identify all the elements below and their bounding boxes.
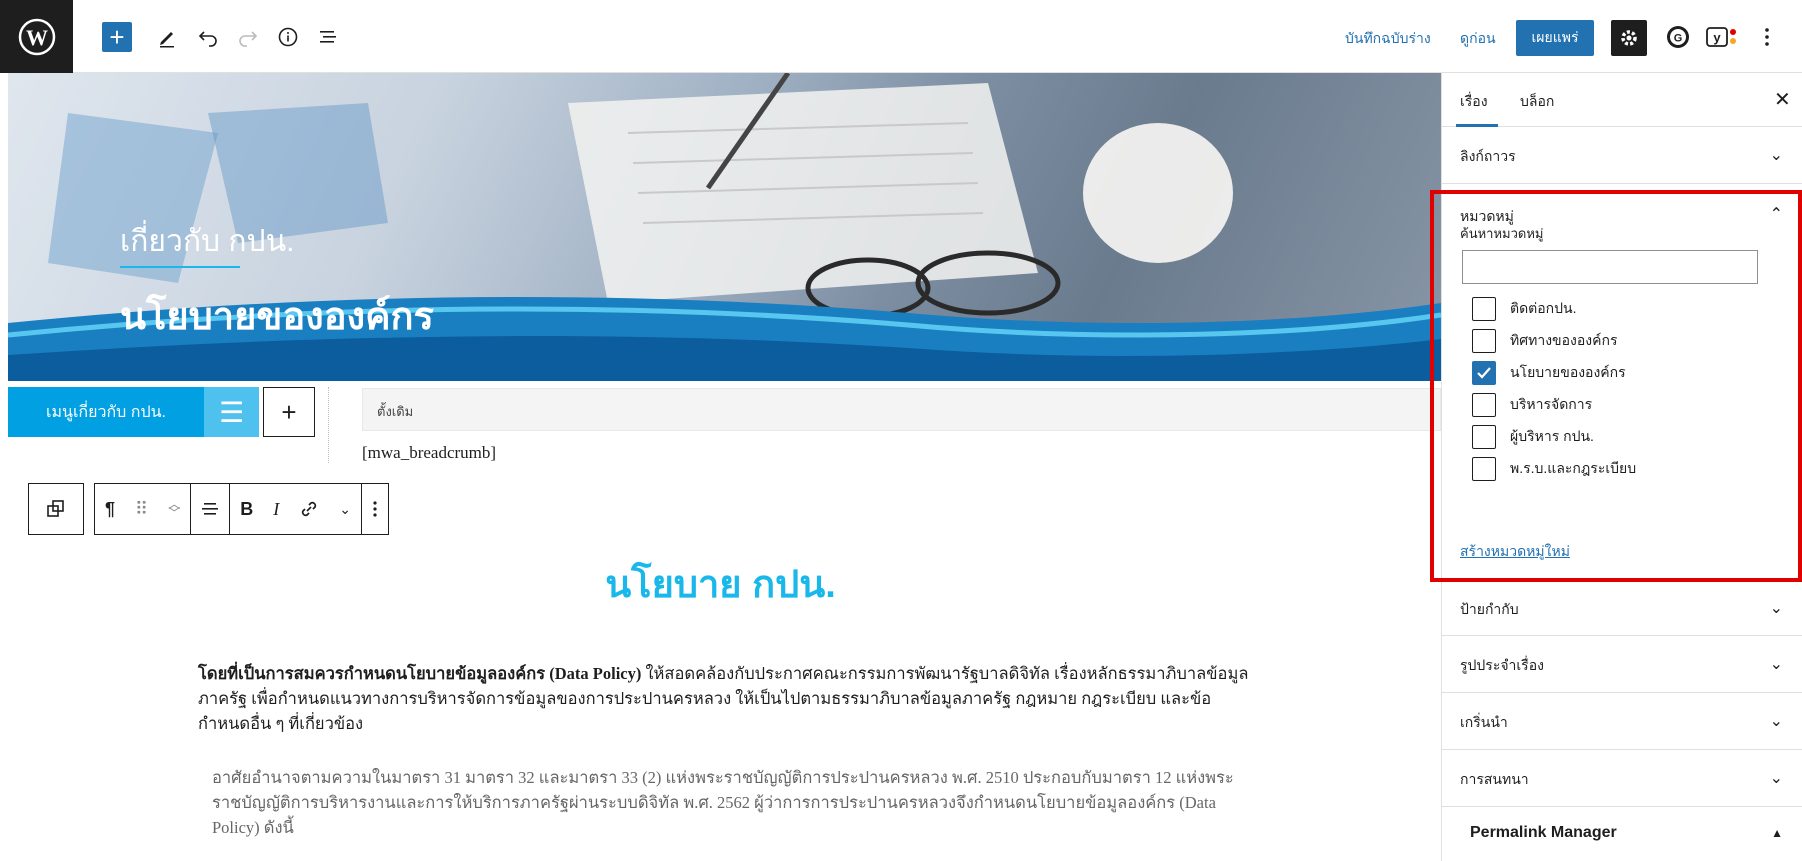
category-checkbox[interactable] (1472, 457, 1496, 481)
move-up-down-icon[interactable]: ︿ ﹀ (158, 484, 190, 534)
align-icon[interactable] (191, 484, 229, 534)
chevron-up-icon: ⌃ (1769, 206, 1783, 223)
tab-post[interactable]: เรื่อง (1460, 91, 1488, 113)
info-icon[interactable] (273, 22, 303, 52)
drag-handle-icon[interactable]: ⠿ (125, 484, 158, 534)
content-paragraph-1[interactable]: โดยที่เป็นการสมควรกำหนดนโยบายข้อมูลองค์ก… (198, 661, 1258, 736)
settings-gear-icon[interactable] (1611, 20, 1647, 56)
paragraph-icon[interactable]: ¶ (95, 484, 125, 534)
paragraph-1-bold: โดยที่เป็นการสมควรกำหนดนโยบายข้อมูลองค์ก… (198, 664, 642, 683)
category-checkbox[interactable] (1472, 329, 1496, 353)
block-transform-button[interactable] (28, 483, 84, 535)
undo-icon[interactable] (193, 22, 223, 52)
search-categories-label: ค้นหาหมวดหมู่ (1460, 226, 1544, 241)
block-options-icon[interactable] (362, 484, 388, 534)
list-view-icon[interactable] (313, 22, 343, 52)
more-formatting-chevron-icon[interactable]: ⌄ (329, 484, 361, 534)
panel-featured-image-label: รูปประจำเรื่อง (1460, 657, 1544, 673)
top-toolbar: W + บันทึกฉบับร่าง ดูก่อน เผยแพร่ G y (0, 0, 1802, 73)
panel-tags-label: ป้ายกำกับ (1460, 601, 1519, 617)
panel-excerpt-label: เกริ่นนำ (1460, 714, 1508, 730)
category-label: ทิศทางขององค์กร (1510, 332, 1618, 348)
duplicate-icon (47, 500, 64, 517)
yoast-seo-icon[interactable]: y (1705, 22, 1741, 52)
panel-discussion-label: การสนทนา (1460, 771, 1529, 787)
panel-permalink-manager[interactable]: Permalink Manager ▲ (1442, 808, 1802, 861)
more-options-icon[interactable] (1752, 22, 1782, 52)
category-label: ติดต่อกปน. (1510, 300, 1577, 316)
settings-sidebar: เรื่อง บล็อก ✕ ลิงก์ถาวร ⌄ หมวดหมู่ ⌃ ค้… (1441, 73, 1802, 861)
menu-block: เมนูเกี่ยวกับ กปน. ☰ + (8, 387, 315, 437)
panel-permalink-label: ลิงก์ถาวร (1460, 148, 1516, 164)
category-checkbox-checked[interactable] (1472, 361, 1496, 385)
checkmark-icon (1477, 367, 1491, 379)
bold-icon[interactable]: B (230, 484, 263, 534)
pencil-icon[interactable] (153, 22, 183, 52)
formatting-toolbar: ¶ ⠿ ︿ ﹀ B I ⌄ (94, 483, 389, 535)
hamburger-menu-icon[interactable]: ☰ (204, 387, 259, 437)
category-item[interactable]: ผู้บริหาร กปน. (1472, 421, 1772, 453)
chevron-down-icon: ⌄ (1769, 770, 1783, 787)
hero-divider (120, 266, 240, 268)
category-label: พ.ร.บ.และกฎระเบียบ (1510, 460, 1637, 476)
publish-button[interactable]: เผยแพร่ (1516, 20, 1594, 56)
category-label: ผู้บริหาร กปน. (1510, 428, 1594, 444)
editor-canvas: เกี่ยวกับ กปน. นโยบายขององค์กร เมนูเกี่ย… (0, 73, 1441, 861)
breadcrumb-shortcode[interactable]: [mwa_breadcrumb] (362, 443, 496, 463)
category-item[interactable]: นโยบายขององค์กร (1472, 357, 1772, 389)
preview-button[interactable]: ดูก่อน (1460, 28, 1496, 50)
grammarly-icon[interactable]: G (1663, 22, 1693, 52)
menu-label-button[interactable]: เมนูเกี่ยวกับ กปน. (8, 387, 204, 437)
chevron-down-icon: ⌄ (1769, 713, 1783, 730)
hero-banner[interactable]: เกี่ยวกับ กปน. นโยบายขององค์กร (8, 73, 1441, 381)
panel-tags[interactable]: ป้ายกำกับ ⌄ (1442, 579, 1802, 636)
panel-featured-image[interactable]: รูปประจำเรื่อง ⌄ (1442, 636, 1802, 693)
close-icon[interactable]: ✕ (1774, 87, 1791, 112)
content-heading[interactable]: นโยบาย กปน. (0, 553, 1441, 614)
tab-block[interactable]: บล็อก (1520, 91, 1554, 113)
category-checkbox[interactable] (1472, 393, 1496, 417)
panel-permalink[interactable]: ลิงก์ถาวร ⌄ (1442, 127, 1802, 184)
redo-icon[interactable] (233, 22, 263, 52)
sidebar-tabs: เรื่อง บล็อก ✕ (1442, 73, 1802, 127)
category-list: ติดต่อกปน. ทิศทางขององค์กร นโยบายขององค์… (1472, 293, 1772, 491)
category-item[interactable]: พ.ร.บ.และกฎระเบียบ (1472, 453, 1772, 485)
caret-up-icon: ▲ (1771, 826, 1783, 840)
svg-text:W: W (26, 25, 48, 50)
hero-subtitle: เกี่ยวกับ กปน. (120, 225, 295, 258)
category-label: นโยบายขององค์กร (1510, 364, 1626, 380)
content-paragraph-2[interactable]: อาศัยอำนาจตามความในมาตรา 31 มาตรา 32 และ… (212, 765, 1252, 840)
chevron-down-icon: ⌄ (1769, 656, 1783, 673)
block-toolbar: ¶ ⠿ ︿ ﹀ B I ⌄ (28, 483, 389, 535)
link-icon[interactable] (289, 484, 329, 534)
add-new-category-link[interactable]: สร้างหมวดหมู่ใหม่ (1460, 541, 1570, 563)
category-item[interactable]: บริหารจัดการ (1472, 389, 1772, 421)
search-categories-input[interactable] (1462, 250, 1758, 284)
add-block-icon[interactable]: + (102, 22, 132, 52)
panel-discussion[interactable]: การสนทนา ⌄ (1442, 750, 1802, 807)
add-menu-item-button[interactable]: + (263, 387, 315, 437)
chevron-down-icon: ⌄ (1769, 147, 1783, 164)
italic-icon[interactable]: I (263, 484, 289, 534)
chevron-down-icon: ⌄ (1769, 600, 1783, 617)
wordpress-logo-icon[interactable]: W (0, 0, 73, 73)
category-checkbox[interactable] (1472, 297, 1496, 321)
svg-text:y: y (1713, 30, 1721, 45)
panel-permalink-manager-label: Permalink Manager (1470, 824, 1617, 841)
panel-excerpt[interactable]: เกริ่นนำ ⌄ (1442, 693, 1802, 750)
category-item[interactable]: ทิศทางขององค์กร (1472, 325, 1772, 357)
category-item[interactable]: ติดต่อกปน. (1472, 293, 1772, 325)
save-draft-button[interactable]: บันทึกฉบับร่าง (1345, 28, 1431, 50)
category-checkbox[interactable] (1472, 425, 1496, 449)
svg-text:G: G (1674, 33, 1683, 45)
category-label: บริหารจัดการ (1510, 396, 1593, 412)
hero-title: นโยบายขององค์กร (120, 296, 434, 338)
template-selector[interactable]: ตั้งเดิม (362, 388, 1441, 431)
block-separator (328, 387, 329, 463)
